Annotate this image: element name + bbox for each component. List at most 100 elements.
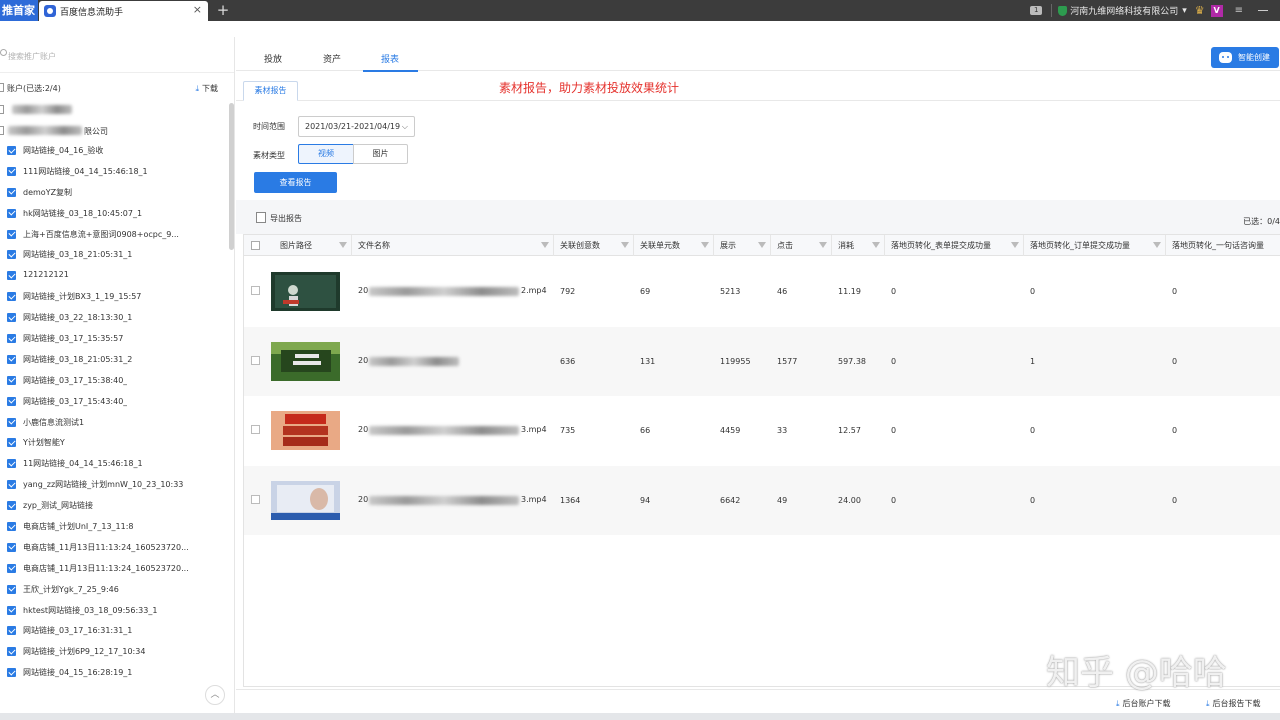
view-report-button[interactable]: 查看报告 <box>254 172 337 193</box>
sidebar-item[interactable]: 网站链接_03_17_15:43:40_ <box>0 392 228 413</box>
account-checkbox[interactable] <box>7 480 16 490</box>
account-checkbox[interactable] <box>7 313 16 323</box>
col-cost-header[interactable]: 消耗 <box>832 235 885 256</box>
account-checkbox[interactable] <box>7 166 16 176</box>
filter-icon[interactable] <box>701 242 709 248</box>
account-checkbox[interactable] <box>7 208 16 218</box>
material-thumbnail[interactable] <box>271 480 340 520</box>
account-checkbox[interactable] <box>7 292 16 302</box>
table-row[interactable]: 20 2.mp4 792 69 5213 46 11.19 0 0 0 <box>244 257 1280 327</box>
account-checkbox[interactable] <box>7 522 16 532</box>
filter-icon[interactable] <box>541 242 549 248</box>
row-checkbox[interactable] <box>251 494 260 504</box>
new-tab-button[interactable]: + <box>214 2 232 19</box>
row-checkbox[interactable] <box>251 286 260 295</box>
account-checkbox[interactable] <box>7 354 16 364</box>
export-report-button[interactable]: 导出报告 <box>256 212 302 224</box>
home-tab[interactable]: 推首家 <box>0 0 38 21</box>
filter-icon[interactable] <box>758 242 766 248</box>
sidebar-item[interactable]: 网站链接_计划BX3_1_19_15:57 <box>0 287 228 308</box>
account-checkbox[interactable] <box>7 417 16 427</box>
sidebar-item[interactable]: 网站链接_03_17_16:31:31_1 <box>0 621 228 642</box>
tab-delivery[interactable]: 投放 <box>264 52 282 65</box>
sidebar-item[interactable]: hktest网站链接_03_18_09:56:33_1 <box>0 601 228 622</box>
notification-badge[interactable]: 1 <box>1030 6 1043 15</box>
col-form-conversions-header[interactable]: 落地页转化_表单提交成功量 <box>885 235 1024 256</box>
row-checkbox[interactable] <box>251 355 260 365</box>
sidebar-item[interactable]: 11网站链接_04_14_15:46:18_1 <box>0 454 228 475</box>
sidebar-item[interactable]: zyp_测试_网站链接 <box>0 496 228 517</box>
sidebar-item[interactable]: 王欣_计划Ygk_7_25_9:46 <box>0 580 228 601</box>
minimize-icon[interactable] <box>1258 10 1268 11</box>
search-input[interactable]: 搜索推广账户 <box>8 51 56 62</box>
sidebar-scrollbar[interactable] <box>229 103 234 250</box>
account-checkbox[interactable] <box>7 542 16 552</box>
account-checkbox[interactable] <box>7 250 16 260</box>
account-checkbox[interactable] <box>7 459 16 469</box>
account-download-button[interactable]: ⤓ 后台账户下载 <box>1116 698 1171 709</box>
account-checkbox[interactable] <box>7 396 16 406</box>
sidebar-item[interactable]: 电商店铺_计划UnI_7_13_11:8 <box>0 517 228 538</box>
sidebar-item[interactable]: Y计划智能Y <box>0 433 228 454</box>
account-group-row[interactable] <box>0 103 225 118</box>
col-consult-conversions-header[interactable]: 落地页转化_一句话咨询量 <box>1166 235 1280 256</box>
account-checkbox[interactable] <box>7 668 16 678</box>
app-tab[interactable]: 百度信息流助手 × <box>39 1 208 21</box>
filter-icon[interactable] <box>1153 242 1161 248</box>
sidebar-item[interactable]: 网站链接_03_17_15:38:40_ <box>0 371 228 392</box>
account-checkbox[interactable] <box>7 626 16 636</box>
account-checkbox[interactable] <box>7 563 16 573</box>
material-thumbnail[interactable] <box>271 272 340 311</box>
sidebar-item[interactable]: 网站链接_计划6P9_12_17_10:34 <box>0 642 228 663</box>
account-checkbox[interactable] <box>7 647 16 657</box>
chevron-down-icon[interactable]: ▾ <box>1182 6 1187 16</box>
col-creative-count-header[interactable]: 关联创意数 <box>554 235 634 256</box>
tab-material-report[interactable]: 素材报告 <box>243 81 298 101</box>
smart-create-button[interactable]: 智能创建 <box>1211 47 1279 68</box>
sidebar-item[interactable]: 网站链接_04_15_16:28:19_1 <box>0 663 228 684</box>
col-file-name-header[interactable]: 文件名称 <box>352 235 554 256</box>
sidebar-item[interactable]: 电商店铺_11月13日11:13:24_160523720... <box>0 538 228 559</box>
col-impressions-header[interactable]: 展示 <box>714 235 771 256</box>
filter-icon[interactable] <box>621 242 629 248</box>
table-row[interactable]: 20 3.mp4 735 66 4459 33 12.57 0 0 0 <box>244 396 1280 466</box>
material-thumbnail[interactable] <box>271 411 340 450</box>
account-checkbox[interactable] <box>7 438 16 448</box>
report-download-button[interactable]: ⤓ 后台报告下载 <box>1206 698 1261 709</box>
close-tab-icon[interactable]: × <box>193 3 202 16</box>
select-all-checkbox[interactable] <box>0 83 4 92</box>
account-search[interactable]: 搜索推广账户 <box>0 37 234 73</box>
group-checkbox[interactable] <box>0 105 4 114</box>
sidebar-item[interactable]: demoYZ复制 <box>0 183 228 204</box>
col-unit-count-header[interactable]: 关联单元数 <box>634 235 714 256</box>
sidebar-item[interactable]: hk网站链接_03_18_10:45:07_1 <box>0 204 228 225</box>
col-clicks-header[interactable]: 点击 <box>771 235 832 256</box>
filter-icon[interactable] <box>819 242 827 248</box>
sidebar-item[interactable]: 网站链接_04_16_验收 <box>0 141 228 162</box>
sidebar-item[interactable]: 网站链接_03_18_21:05:31_1 <box>0 245 228 266</box>
download-button[interactable]: ⤓ 下载 <box>195 83 218 94</box>
account-checkbox[interactable] <box>7 501 16 511</box>
tab-reports[interactable]: 报表 <box>381 52 399 65</box>
sidebar-item[interactable]: 电商店铺_11月13日11:13:24_160523720... <box>0 559 228 580</box>
sidebar-item[interactable]: 网站链接_03_17_15:35:57 <box>0 329 228 350</box>
tab-assets[interactable]: 资产 <box>323 52 341 65</box>
col-order-conversions-header[interactable]: 落地页转化_订单提交成功量 <box>1024 235 1166 256</box>
account-checkbox[interactable] <box>7 271 16 281</box>
vip-icon[interactable]: V <box>1210 4 1223 17</box>
account-checkbox[interactable] <box>7 375 16 385</box>
type-video-button[interactable]: 视频 <box>298 144 354 164</box>
menu-icon[interactable]: ≡ <box>1235 5 1243 16</box>
date-range-select[interactable]: 2021/03/21-2021/04/19 ⌵ <box>298 116 415 137</box>
crown-icon[interactable]: ♛ <box>1195 4 1205 17</box>
filter-icon[interactable] <box>872 242 880 248</box>
header-checkbox[interactable] <box>251 241 260 250</box>
row-checkbox[interactable] <box>251 425 260 434</box>
filter-icon[interactable] <box>339 242 347 248</box>
filter-icon[interactable] <box>1011 242 1019 248</box>
account-checkbox[interactable] <box>7 229 16 239</box>
sidebar-item[interactable]: 上海+百度信息流+意图词0908+ocpc_9... <box>0 225 228 246</box>
col-image-path-header[interactable]: 图片路径 <box>270 235 352 256</box>
table-row[interactable]: 20 636 131 119955 1577 597.38 0 1 0 <box>244 326 1280 396</box>
company-checkbox[interactable] <box>0 126 4 135</box>
